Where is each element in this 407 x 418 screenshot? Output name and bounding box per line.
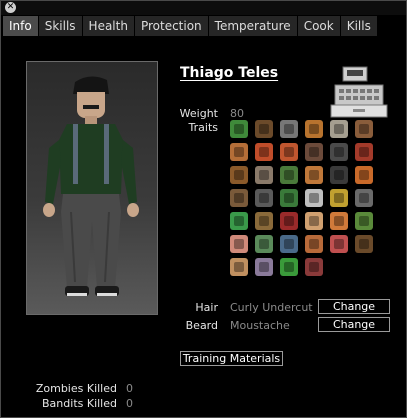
trait-flask-icon[interactable] xyxy=(280,235,298,253)
trait-brain-icon[interactable] xyxy=(230,235,248,253)
trait-arm-icon[interactable] xyxy=(305,235,323,253)
trait-plant-icon[interactable] xyxy=(280,258,298,276)
trait-bat-icon[interactable] xyxy=(230,166,248,184)
trait-boot-icon[interactable] xyxy=(305,143,323,161)
beard-change-button[interactable]: Change xyxy=(318,317,390,332)
trait-chess-icon[interactable] xyxy=(280,120,298,138)
character-portrait[interactable] xyxy=(26,61,158,315)
close-icon[interactable]: ✕ xyxy=(5,2,16,13)
trait-ears-icon[interactable] xyxy=(230,258,248,276)
tab-skills[interactable]: Skills xyxy=(38,16,83,36)
character-name: Thiago Teles xyxy=(180,65,279,81)
trait-fist-icon[interactable] xyxy=(280,143,298,161)
trait-eagle-icon[interactable] xyxy=(230,189,248,207)
trait-dumbbell-icon[interactable] xyxy=(305,120,323,138)
hair-label: Hair xyxy=(195,301,218,314)
weight-value: 80 xyxy=(230,107,244,120)
trait-tool-icon[interactable] xyxy=(355,120,373,138)
tab-cook[interactable]: Cook xyxy=(297,16,341,36)
cash-register-icon xyxy=(330,66,388,118)
trait-avatar-icon[interactable] xyxy=(330,212,348,230)
trait-hunter-icon[interactable] xyxy=(255,120,273,138)
trait-lungs-icon[interactable] xyxy=(330,235,348,253)
trait-brain-icon[interactable] xyxy=(330,120,348,138)
trait-shield-icon[interactable] xyxy=(230,143,248,161)
hair-value: Curly Undercut xyxy=(230,301,313,314)
character-avatar xyxy=(43,76,139,296)
beard-value: Moustache xyxy=(230,319,290,332)
trait-figure-icon[interactable] xyxy=(255,258,273,276)
trait-eye-icon[interactable] xyxy=(305,189,323,207)
traits-grid xyxy=(230,120,386,276)
trait-shirt-icon[interactable] xyxy=(355,143,373,161)
bandits-killed-label: Bandits Killed xyxy=(42,397,117,410)
trait-cap-icon[interactable] xyxy=(280,189,298,207)
trait-bandage-icon[interactable] xyxy=(305,212,323,230)
trait-brain-icon[interactable] xyxy=(330,143,348,161)
trait-gun-icon[interactable] xyxy=(355,235,373,253)
traits-label: Traits xyxy=(188,121,218,134)
tab-info[interactable]: Info xyxy=(3,16,39,36)
trait-knife-icon[interactable] xyxy=(355,189,373,207)
zombies-killed-label: Zombies Killed xyxy=(35,382,117,395)
tab-temperature[interactable]: Temperature xyxy=(208,16,298,36)
trait-mountain-icon[interactable] xyxy=(255,235,273,253)
hair-change-button[interactable]: Change xyxy=(318,299,390,314)
trait-pan-icon[interactable] xyxy=(355,166,373,184)
trait-axe-icon[interactable] xyxy=(255,189,273,207)
trait-needle-icon[interactable] xyxy=(355,212,373,230)
trait-stomach-icon[interactable] xyxy=(255,143,273,161)
tab-bar: Info Skills Health Protection Temperatur… xyxy=(3,16,378,36)
training-materials-button[interactable]: Training Materials xyxy=(180,351,283,366)
zombies-killed-value: 0 xyxy=(126,382,133,395)
trait-sewing-icon[interactable] xyxy=(230,120,248,138)
trait-medical-icon[interactable] xyxy=(230,212,248,230)
trait-head-icon[interactable] xyxy=(330,166,348,184)
tab-protection[interactable]: Protection xyxy=(134,16,209,36)
tab-kills[interactable]: Kills xyxy=(340,16,378,36)
trait-wheel-icon[interactable] xyxy=(255,212,273,230)
tab-health[interactable]: Health xyxy=(82,16,135,36)
trait-burger-icon[interactable] xyxy=(305,166,323,184)
character-window: ✕ Info Skills Health Protection Temperat… xyxy=(0,0,407,418)
trait-fishing-icon[interactable] xyxy=(280,166,298,184)
title-bar[interactable]: ✕ xyxy=(1,1,406,15)
trait-no-icon[interactable] xyxy=(305,258,323,276)
trait-coil-icon[interactable] xyxy=(330,189,348,207)
beard-label: Beard xyxy=(185,319,218,332)
bandits-killed-value: 0 xyxy=(126,397,133,410)
trait-heart-icon[interactable] xyxy=(280,212,298,230)
trait-horse-icon[interactable] xyxy=(255,166,273,184)
weight-label: Weight xyxy=(179,107,218,120)
